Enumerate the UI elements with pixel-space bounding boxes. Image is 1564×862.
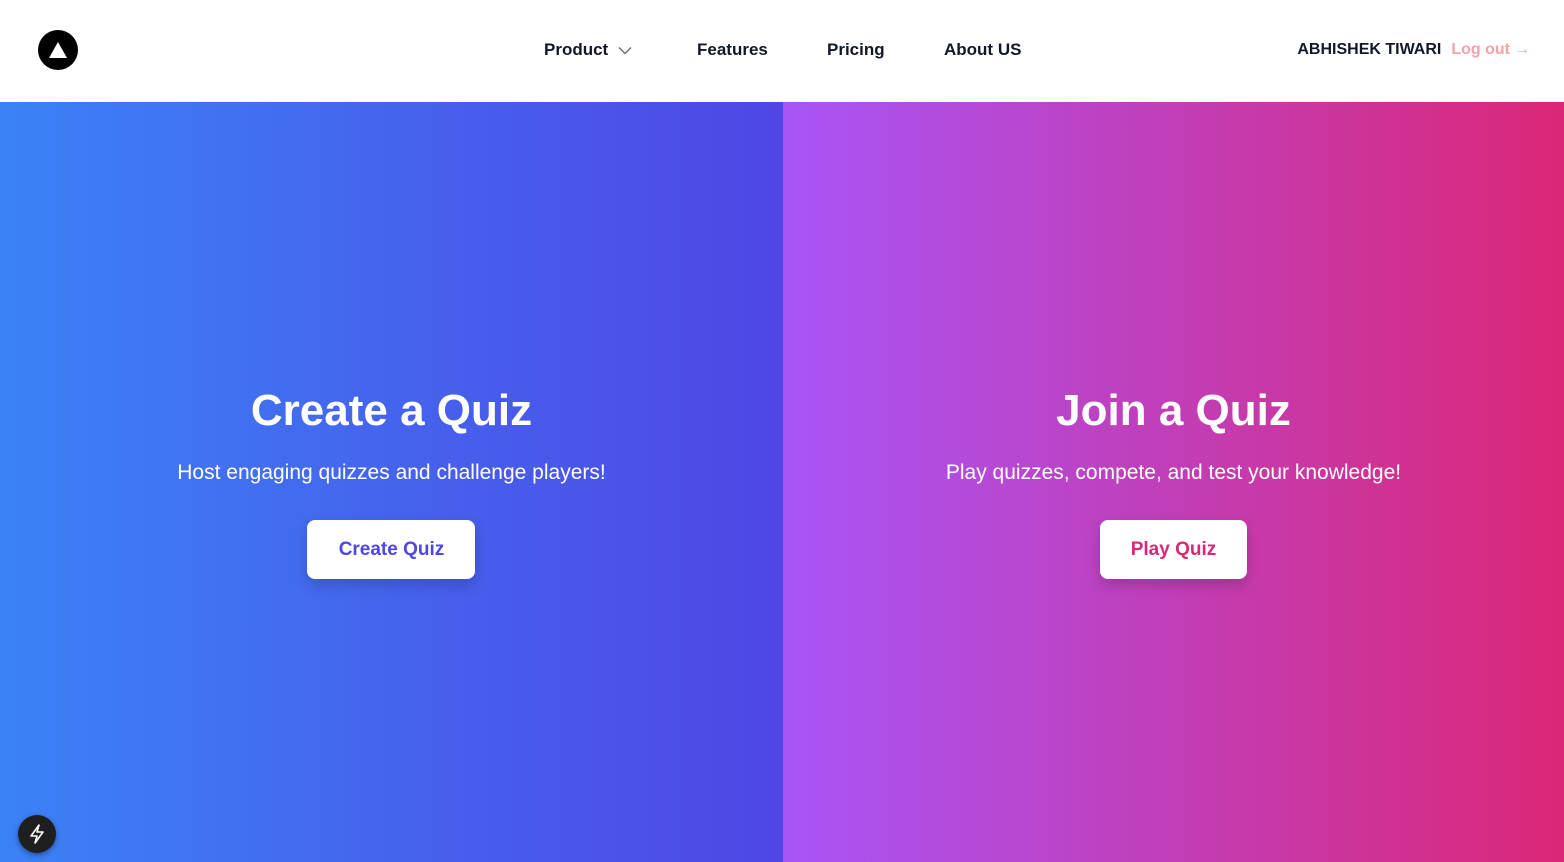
user-name: ABHISHEK TIWARI bbox=[1297, 41, 1442, 58]
logout-link[interactable]: Log out → bbox=[1451, 38, 1530, 62]
create-quiz-title: Create a Quiz bbox=[250, 386, 533, 435]
nav-product[interactable]: Product bbox=[544, 38, 632, 62]
join-quiz-content: Join a Quiz Play quizzes, compete, and t… bbox=[946, 385, 1401, 579]
logout-label: Log out bbox=[1451, 41, 1510, 58]
create-quiz-button[interactable]: Create Quiz bbox=[307, 520, 476, 579]
join-quiz-title: Join a Quiz bbox=[1056, 386, 1291, 435]
nav-about-us[interactable]: About US bbox=[944, 38, 1021, 62]
logo[interactable] bbox=[38, 30, 78, 70]
join-quiz-panel: Join a Quiz Play quizzes, compete, and t… bbox=[783, 102, 1564, 862]
nav-product-label: Product bbox=[544, 40, 609, 59]
create-quiz-subtitle: Host engaging quizzes and challenge play… bbox=[177, 461, 606, 484]
chevron-down-icon bbox=[618, 46, 632, 55]
dev-tools-badge[interactable] bbox=[18, 815, 56, 853]
user-area: ABHISHEK TIWARI Log out → bbox=[1297, 38, 1530, 62]
lightning-icon bbox=[30, 824, 44, 844]
arrow-right-icon: → bbox=[1514, 41, 1530, 58]
play-quiz-button[interactable]: Play Quiz bbox=[1099, 520, 1247, 579]
triangle-logo-icon bbox=[49, 42, 67, 58]
top-navbar: Product Features Pricing About US ABHISH… bbox=[0, 0, 1564, 102]
create-quiz-panel: Create a Quiz Host engaging quizzes and … bbox=[0, 102, 783, 862]
create-quiz-content: Create a Quiz Host engaging quizzes and … bbox=[177, 385, 606, 579]
nav-features[interactable]: Features bbox=[697, 38, 768, 62]
nav-pricing[interactable]: Pricing bbox=[827, 38, 885, 62]
join-quiz-subtitle: Play quizzes, compete, and test your kno… bbox=[945, 461, 1402, 484]
